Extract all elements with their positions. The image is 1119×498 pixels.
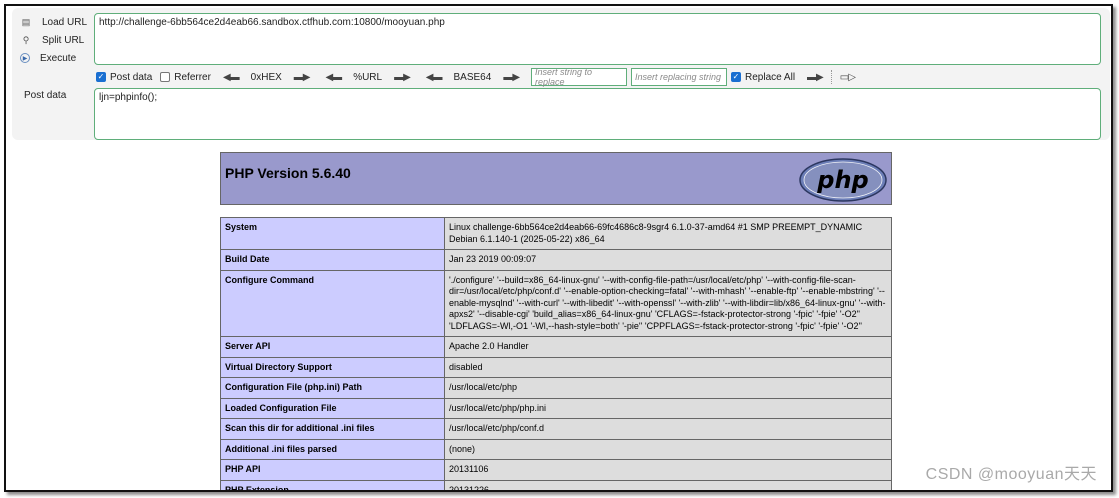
- post-data-text: ljn=phpinfo();: [99, 92, 158, 103]
- phpinfo-table: System Linux challenge-6bb564ce2d4eab66-6…: [220, 217, 892, 490]
- info-key: Configure Command: [220, 269, 445, 337]
- php-logo-text: php: [816, 166, 868, 194]
- replace-all-checkbox[interactable]: ✓ Replace All: [731, 72, 795, 83]
- url-textarea[interactable]: http://challenge-6bb564ce2d4eab66.sandbo…: [94, 13, 1101, 65]
- info-value: './configure' '--build=x86_64-linux-gnu'…: [444, 269, 892, 337]
- replace-arrow-outline-icon[interactable]: ▭▷: [840, 72, 856, 83]
- play-icon: ▶: [20, 53, 30, 63]
- split-url-icon: ⚲: [22, 34, 30, 45]
- php-logo-icon: php: [799, 158, 887, 202]
- load-url-icon: ▤: [21, 16, 31, 27]
- table-row: Scan this dir for additional .ini files /…: [220, 418, 892, 440]
- post-data-textarea[interactable]: ljn=phpinfo();: [94, 88, 1101, 140]
- hackbar-panel: ▤ Load URL ⚲ Split URL ▶ Execute http://…: [12, 8, 1110, 140]
- info-key: Loaded Configuration File: [220, 397, 445, 419]
- table-row: System Linux challenge-6bb564ce2d4eab66-6…: [220, 217, 892, 250]
- hackbar-toolbar: ✓ Post data Referrer ◀▬ 0xHEX ▬▶ ◀▬ %URL…: [96, 67, 859, 87]
- info-key: Configuration File (php.ini) Path: [220, 377, 445, 399]
- base64-encoder: ◀▬ BASE64 ▬▶: [425, 71, 520, 83]
- phpinfo-header: PHP Version 5.6.40 php: [220, 152, 892, 205]
- info-value: Jan 23 2019 00:09:07: [444, 249, 892, 271]
- info-key: Build Date: [220, 249, 445, 271]
- info-key: System: [220, 217, 445, 250]
- info-value: 20131226: [444, 479, 892, 490]
- info-key: Server API: [220, 336, 445, 358]
- checkbox-unchecked-icon: [160, 72, 171, 82]
- base64-decode-arrow-icon[interactable]: ◀▬: [426, 72, 443, 83]
- post-data-checkbox[interactable]: ✓ Post data: [96, 72, 152, 83]
- table-row: Server API Apache 2.0 Handler: [220, 336, 892, 358]
- hex-decode-arrow-icon[interactable]: ◀▬: [223, 72, 240, 83]
- php-version-title: PHP Version 5.6.40: [225, 165, 351, 181]
- phpinfo-page: PHP Version 5.6.40 php System Linux chall…: [220, 152, 892, 490]
- replace-arrow-icon[interactable]: ▬▶: [807, 72, 824, 83]
- info-key: Additional .ini files parsed: [220, 438, 445, 460]
- url-decode-arrow-icon[interactable]: ◀▬: [325, 72, 342, 83]
- checkbox-checked-icon: ✓: [96, 72, 106, 82]
- hex-encoder: ◀▬ 0xHEX ▬▶: [222, 71, 311, 83]
- info-key: Scan this dir for additional .ini files: [220, 418, 445, 440]
- info-key: PHP API: [220, 459, 445, 481]
- info-value: Linux challenge-6bb564ce2d4eab66-69fc468…: [444, 217, 892, 250]
- table-row: Loaded Configuration File/usr/local/etc/…: [220, 397, 892, 419]
- window-frame: ▤ Load URL ⚲ Split URL ▶ Execute http://…: [4, 4, 1113, 492]
- info-key: PHP Extension: [220, 479, 445, 490]
- info-value: /usr/local/etc/php: [444, 377, 892, 399]
- execute-button[interactable]: ▶ Execute: [20, 50, 76, 66]
- info-value: /usr/local/etc/php/conf.d: [444, 418, 892, 440]
- table-row: Configure Command './configure' '--build=…: [220, 269, 892, 337]
- toolbar-divider: [830, 70, 832, 84]
- hex-encode-arrow-icon[interactable]: ▬▶: [294, 72, 311, 83]
- info-value: /usr/local/etc/php/php.ini: [444, 397, 892, 419]
- info-value: 20131106: [444, 459, 892, 481]
- table-row: Configuration File (php.ini) Path/usr/lo…: [220, 377, 892, 399]
- load-url-button[interactable]: ▤ Load URL: [20, 14, 87, 30]
- info-value: Apache 2.0 Handler: [444, 336, 892, 358]
- url-encoder: ◀▬ %URL ▬▶: [325, 71, 411, 83]
- table-row: Additional .ini files parsed (none): [220, 438, 892, 460]
- base64-encode-arrow-icon[interactable]: ▬▶: [503, 72, 520, 83]
- referrer-checkbox[interactable]: Referrer: [160, 72, 211, 83]
- csdn-watermark: CSDN @mooyuan天天: [925, 466, 1097, 483]
- table-row: Build Date Jan 23 2019 00:09:07: [220, 249, 892, 271]
- url-encode-arrow-icon[interactable]: ▬▶: [394, 72, 411, 83]
- checkbox-checked-icon: ✓: [731, 72, 742, 82]
- replace-string-input[interactable]: Insert replacing string: [631, 68, 728, 86]
- url-text: http://challenge-6bb564ce2d4eab66.sandbo…: [99, 17, 445, 28]
- info-value: (none): [444, 438, 892, 460]
- table-row: Virtual Directory Support disabled: [220, 356, 892, 378]
- table-row: PHP API 20131106: [220, 459, 892, 481]
- table-row: PHP Extension 20131226: [220, 479, 892, 490]
- info-key: Virtual Directory Support: [220, 356, 445, 378]
- split-url-button[interactable]: ⚲ Split URL: [20, 32, 85, 48]
- post-data-label: Post data: [24, 90, 67, 101]
- search-string-input[interactable]: Insert string to replace: [531, 67, 628, 87]
- info-value: disabled: [444, 356, 892, 378]
